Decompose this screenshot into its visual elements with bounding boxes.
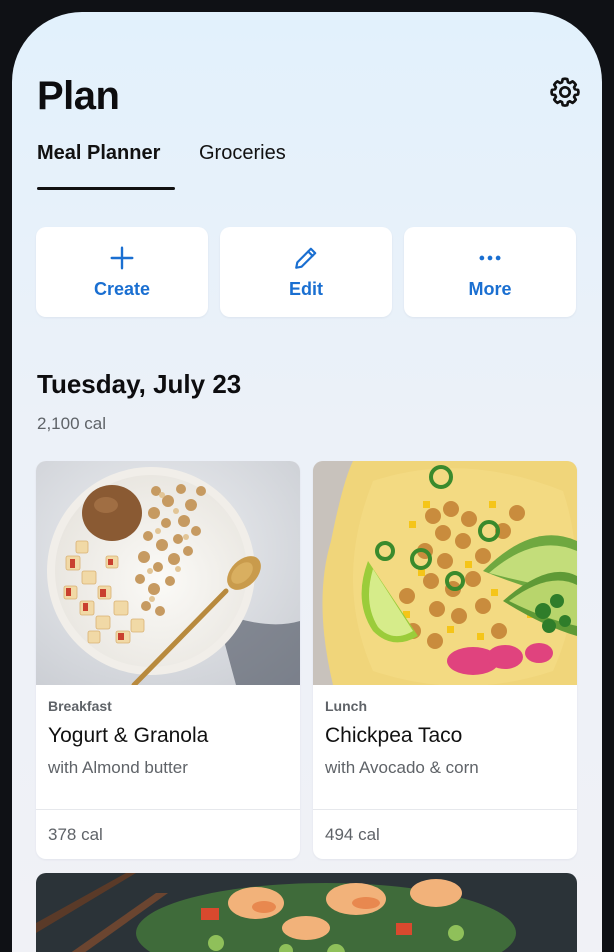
more-button[interactable]: More — [404, 227, 576, 317]
more-button-label: More — [468, 278, 512, 299]
meal-description: with Avocado & corn — [325, 758, 479, 777]
day-heading: Tuesday, July 23 — [37, 369, 242, 399]
meal-type-label: Lunch — [325, 698, 367, 714]
meal-calories: 378 cal — [48, 825, 103, 844]
more-horizontal-icon — [479, 255, 501, 260]
tab-groceries[interactable]: Groceries — [199, 142, 286, 165]
meal-card-photo-partial[interactable] — [36, 873, 577, 952]
meal-card-lunch[interactable]: Lunch Chickpea Taco with Avocado & corn … — [313, 461, 577, 859]
edit-button[interactable]: Edit — [220, 227, 392, 317]
meal-card-breakfast[interactable]: Breakfast Yogurt & Granola with Almond b… — [36, 461, 300, 859]
card-divider — [313, 809, 577, 810]
create-button-label: Create — [93, 278, 151, 299]
gear-icon[interactable] — [548, 75, 582, 109]
page-title: Plan — [37, 74, 120, 118]
meal-type-label: Breakfast — [48, 698, 112, 714]
card-divider — [36, 809, 300, 810]
tab-meal-planner[interactable]: Meal Planner — [37, 142, 160, 165]
meal-calories: 494 cal — [325, 825, 380, 844]
create-button[interactable]: Create — [36, 227, 208, 317]
active-tab-indicator — [37, 187, 175, 190]
pencil-icon — [295, 247, 317, 269]
edit-button-label: Edit — [289, 278, 323, 299]
yogurt-granola-photo — [36, 461, 300, 685]
meal-name: Yogurt & Granola — [48, 724, 209, 747]
meal-name: Chickpea Taco — [325, 724, 463, 747]
chickpea-taco-photo — [313, 461, 577, 685]
day-calories: 2,100 cal — [37, 414, 106, 433]
meal-description: with Almond butter — [48, 758, 188, 777]
plus-icon — [110, 246, 134, 269]
action-row: Create Edit More — [36, 227, 578, 319]
app-screen: Plan Meal Planner Groceries Create Edit … — [12, 12, 602, 952]
phone-frame: Plan Meal Planner Groceries Create Edit … — [0, 0, 614, 952]
